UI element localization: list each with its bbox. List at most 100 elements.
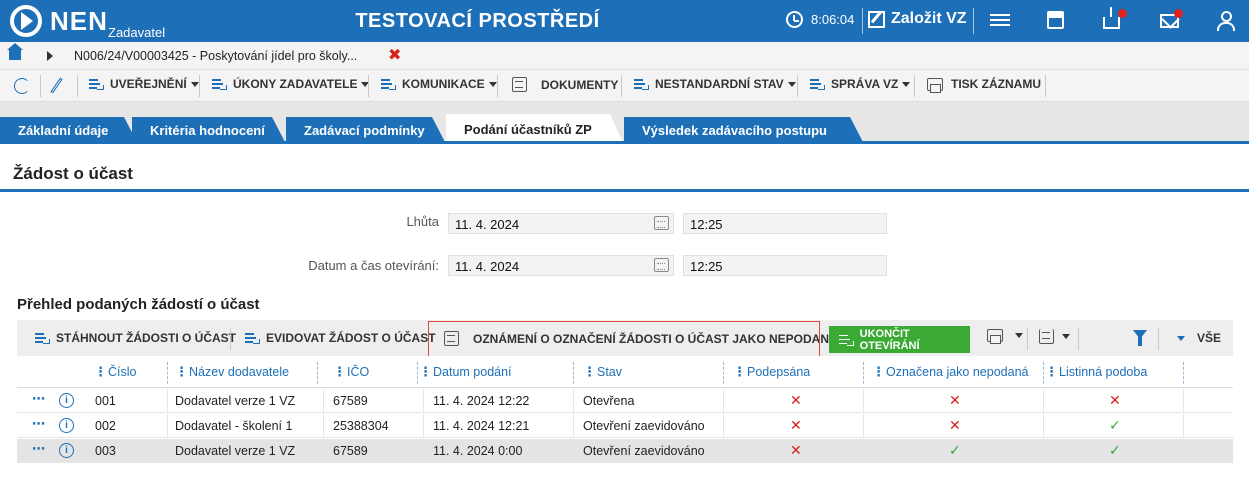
otevirani-date-value: 11. 4. 2024 — [455, 259, 520, 274]
column-menu-icon[interactable]: ⋮ — [419, 364, 432, 380]
column-header-nazev[interactable]: Název dodavatele — [189, 365, 289, 379]
user-icon[interactable] — [1215, 11, 1235, 31]
dokumenty-button[interactable]: DOKUMENTY — [512, 77, 618, 92]
clock-value: 8:06:04 — [811, 12, 855, 27]
lhuta-time-field[interactable]: 12:25 — [683, 213, 887, 234]
create-vz-button[interactable]: Založit VZ — [868, 10, 967, 28]
toolbar-divider — [1158, 328, 1159, 350]
column-header-nepodana[interactable]: Označena jako nepodaná — [886, 365, 1028, 379]
filter-all-select[interactable]: VŠE — [1173, 331, 1221, 345]
calculator-icon[interactable] — [1047, 11, 1064, 29]
tab-zadavaci-podminky[interactable]: Zadávací podmínky — [286, 117, 446, 144]
print-menu[interactable] — [987, 329, 1023, 344]
otevirani-time-field[interactable]: 12:25 — [683, 255, 887, 276]
column-header-podepsana[interactable]: Podepsána — [747, 365, 810, 379]
stahnout-zadosti-button[interactable]: STÁHNOUT ŽÁDOSTI O ÚČAST — [35, 331, 236, 345]
column-menu-icon[interactable]: ⋮ — [733, 364, 746, 380]
column-header-listinna[interactable]: Listinná podoba — [1059, 365, 1147, 379]
cell-divider — [167, 439, 168, 463]
column-header-datum[interactable]: Datum podání — [433, 365, 512, 379]
home-icon[interactable] — [7, 43, 23, 60]
more-options-icon[interactable]: ⋯ — [32, 416, 46, 432]
cell-cislo: 002 — [95, 419, 116, 433]
ukony-zadavatele-menu[interactable]: ÚKONY ZADAVATELE — [212, 77, 370, 91]
column-divider[interactable] — [417, 362, 418, 384]
cell-stav: Otevřena — [583, 394, 635, 408]
tab-podani-ucastniku[interactable]: Podání účastníků ZP — [446, 114, 624, 145]
list-action-icon — [381, 78, 396, 90]
column-header-stav[interactable]: Stav — [597, 365, 622, 379]
cell-nazev: Dodavatel - školení 1 — [175, 419, 293, 433]
column-header-cislo[interactable]: Číslo — [108, 365, 136, 379]
column-menu-icon[interactable]: ⋮ — [94, 364, 107, 380]
ukoncit-otevirani-button[interactable]: UKONČIT OTEVÍRÁNÍ — [829, 326, 970, 353]
column-header-ico[interactable]: IČO — [347, 365, 369, 379]
column-divider[interactable] — [723, 362, 724, 384]
refresh-icon[interactable] — [14, 78, 30, 94]
toolbar-divider — [1027, 328, 1028, 350]
toolbar-divider — [40, 75, 41, 97]
otevirani-date-field[interactable]: 11. 4. 2024 — [448, 255, 674, 276]
cross-icon: ✕ — [949, 392, 961, 408]
komunikace-label: KOMUNIKACE — [402, 77, 485, 91]
export-menu[interactable] — [1039, 329, 1070, 344]
column-menu-icon[interactable]: ⋮ — [333, 364, 346, 380]
uverejneni-label: UVEŘEJNĚNÍ — [110, 77, 187, 91]
tab-vysledek-zadavaciho-postupu[interactable]: Výsledek zadávacího postupu — [624, 117, 864, 144]
cross-icon: ✕ — [1109, 392, 1121, 408]
column-menu-icon[interactable]: ⋮ — [175, 364, 188, 380]
column-divider[interactable] — [1183, 362, 1184, 384]
top-bar: NEN Zadavatel TESTOVACÍ PROSTŘEDÍ 8:06:0… — [0, 0, 1249, 42]
uverejneni-menu[interactable]: UVEŘEJNĚNÍ — [89, 77, 199, 91]
sprava-vz-menu[interactable]: SPRÁVA VZ — [810, 77, 911, 91]
clock-icon — [786, 11, 803, 28]
cell-ico: 67589 — [333, 394, 368, 408]
column-divider[interactable] — [1043, 362, 1044, 384]
nestandardni-stav-menu[interactable]: NESTANDARDNÍ STAV — [634, 77, 796, 91]
cell-stav: Otevření zaevidováno — [583, 419, 705, 433]
caret-down-icon — [902, 81, 911, 87]
table-row[interactable]: ⋯ i 002 Dodavatel - školení 1 25388304 1… — [17, 414, 1233, 438]
column-divider[interactable] — [317, 362, 318, 384]
column-divider[interactable] — [863, 362, 864, 384]
cell-divider — [423, 389, 424, 413]
caret-down-icon — [190, 81, 199, 87]
toolbar-divider — [1078, 328, 1079, 350]
calendar-icon[interactable] — [654, 216, 669, 230]
column-divider[interactable] — [167, 362, 168, 384]
breadcrumb-item[interactable]: N006/24/V00003425 - Poskytování jídel pr… — [74, 49, 357, 63]
tisk-zaznamu-button[interactable]: TISK ZÁZNAMU — [927, 77, 1041, 93]
tab-zakladni-udaje[interactable]: Základní údaje — [0, 117, 138, 144]
info-icon[interactable]: i — [59, 443, 74, 458]
tab-kriteria-hodnoceni[interactable]: Kritéria hodnocení — [132, 117, 286, 144]
komunikace-menu[interactable]: KOMUNIKACE — [381, 77, 497, 91]
calendar-icon[interactable] — [654, 258, 669, 272]
inbox-icon[interactable] — [1103, 7, 1120, 29]
cell-divider — [323, 389, 324, 413]
column-menu-icon[interactable]: ⋮ — [872, 364, 885, 380]
toolbar-divider — [77, 75, 78, 97]
close-icon[interactable]: ✖ — [388, 45, 401, 65]
table-row[interactable]: ⋯ i 001 Dodavatel verze 1 VZ 67589 11. 4… — [17, 389, 1233, 413]
cell-divider — [723, 389, 724, 413]
filter-icon[interactable] — [1133, 330, 1147, 346]
more-options-icon[interactable]: ⋯ — [32, 441, 46, 457]
menu-icon[interactable] — [990, 11, 1010, 31]
export-icon — [1039, 329, 1054, 344]
column-divider[interactable] — [573, 362, 574, 384]
column-menu-icon[interactable]: ⋮ — [583, 364, 596, 380]
info-icon[interactable]: i — [59, 393, 74, 408]
list-action-icon — [634, 78, 649, 90]
info-icon[interactable]: i — [59, 418, 74, 433]
evidovat-zadost-button[interactable]: EVIDOVAT ŽÁDOST O ÚČAST — [245, 331, 436, 345]
lhuta-date-field[interactable]: 11. 4. 2024 — [448, 213, 674, 234]
cross-icon: ✕ — [790, 442, 802, 458]
notification-dot — [1118, 9, 1127, 18]
column-menu-icon[interactable]: ⋮ — [1045, 364, 1058, 380]
pencil-icon[interactable] — [50, 77, 63, 94]
toolbar-divider — [1045, 75, 1046, 97]
create-vz-label: Založit VZ — [891, 10, 967, 27]
table-row[interactable]: ⋯ i 003 Dodavatel verze 1 VZ 67589 11. 4… — [17, 439, 1233, 463]
more-options-icon[interactable]: ⋯ — [32, 391, 46, 407]
filter-all-label: VŠE — [1197, 331, 1222, 345]
